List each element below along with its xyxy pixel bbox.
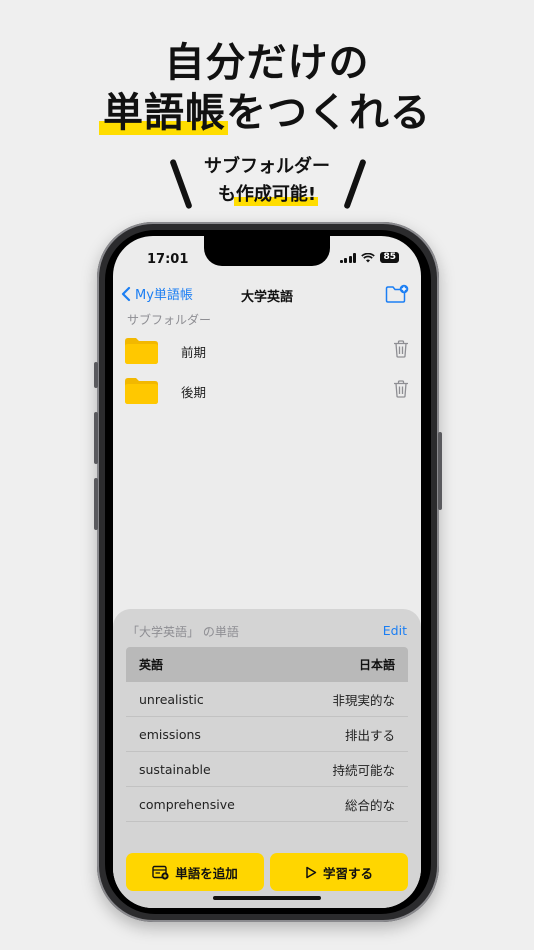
trash-icon[interactable] <box>393 380 409 398</box>
headline-line-2: 単語帳をつくれる <box>0 88 534 138</box>
table-row[interactable]: sustainable 持続可能な <box>126 752 408 787</box>
subfolder-row[interactable]: 後期 <box>125 377 411 405</box>
folder-icon <box>125 338 158 364</box>
action-bar: 単語を追加 学習する <box>126 853 408 891</box>
word-japanese: 排出する <box>344 727 395 743</box>
battery-icon: 85 <box>380 252 399 263</box>
back-button[interactable]: My単語帳 <box>121 284 193 303</box>
word-japanese: 非現実的な <box>332 692 395 708</box>
table-row[interactable]: unrealistic 非現実的な <box>126 682 408 717</box>
word-japanese: 持続可能な <box>332 762 395 778</box>
sub-line-2-pre: も <box>217 184 236 205</box>
chevron-left-icon <box>121 286 131 301</box>
table-row[interactable]: emissions 排出する <box>126 717 408 752</box>
sub-line-2: も作成可能! <box>0 181 534 209</box>
headline-rest: をつくれる <box>226 90 431 136</box>
app-screen: 17:01 85 My単語帳 大学英語 サブフォルダー 前期 後期 「大学英語」… <box>113 236 421 908</box>
subfolder-section-label: サブフォルダー <box>127 313 212 327</box>
add-folder-button[interactable] <box>385 284 409 308</box>
word-english: comprehensive <box>139 796 235 812</box>
headline-line-1: 自分だけの <box>164 40 370 86</box>
folder-icon <box>125 378 158 404</box>
home-indicator <box>213 896 321 900</box>
sub-highlight: 作成可能! <box>233 181 319 209</box>
edit-button[interactable]: Edit <box>383 623 407 638</box>
add-card-icon <box>152 865 169 880</box>
headline-highlight: 単語帳 <box>99 90 228 136</box>
study-button[interactable]: 学習する <box>270 853 408 891</box>
add-word-button[interactable]: 単語を追加 <box>126 853 264 891</box>
status-icons: 85 <box>339 252 399 263</box>
sheet-title: 「大学英語」 の単語 <box>127 625 239 639</box>
promo-subheading: サブフォルダー も作成可能! <box>0 153 534 209</box>
play-icon <box>306 866 317 878</box>
table-row[interactable]: comprehensive 総合的な <box>126 787 408 822</box>
phone-volume-down <box>94 478 98 530</box>
status-time: 17:01 <box>147 252 189 267</box>
phone-volume-up <box>94 412 98 464</box>
wifi-icon <box>361 252 376 262</box>
word-english: sustainable <box>139 761 211 777</box>
word-japanese: 総合的な <box>344 797 395 813</box>
phone-power-button <box>438 432 442 510</box>
column-header-english: 英語 <box>139 658 164 672</box>
folder-plus-icon <box>385 284 409 303</box>
column-header-japanese: 日本語 <box>358 658 395 672</box>
word-list-sheet: 「大学英語」 の単語 Edit 英語 日本語 unrealistic 非現実的な… <box>113 609 421 908</box>
table-header: 英語 日本語 <box>126 647 408 682</box>
signal-icon <box>339 252 357 263</box>
word-english: unrealistic <box>139 691 204 707</box>
subfolder-name: 後期 <box>181 384 207 400</box>
subfolder-row[interactable]: 前期 <box>125 337 411 365</box>
navigation-bar: My単語帳 大学英語 <box>113 284 421 308</box>
word-english: emissions <box>139 726 201 742</box>
add-word-label: 単語を追加 <box>175 865 238 881</box>
study-label: 学習する <box>322 865 373 881</box>
phone-mute-switch <box>94 362 98 388</box>
back-label: My単語帳 <box>135 288 193 303</box>
dynamic-notch <box>204 236 330 266</box>
promo-headline: 自分だけの 単語帳をつくれる <box>0 38 534 138</box>
trash-icon[interactable] <box>393 340 409 358</box>
subfolder-name: 前期 <box>181 344 207 360</box>
sub-line-1: サブフォルダー <box>204 156 330 177</box>
word-table: 英語 日本語 unrealistic 非現実的な emissions 排出する … <box>126 647 408 822</box>
